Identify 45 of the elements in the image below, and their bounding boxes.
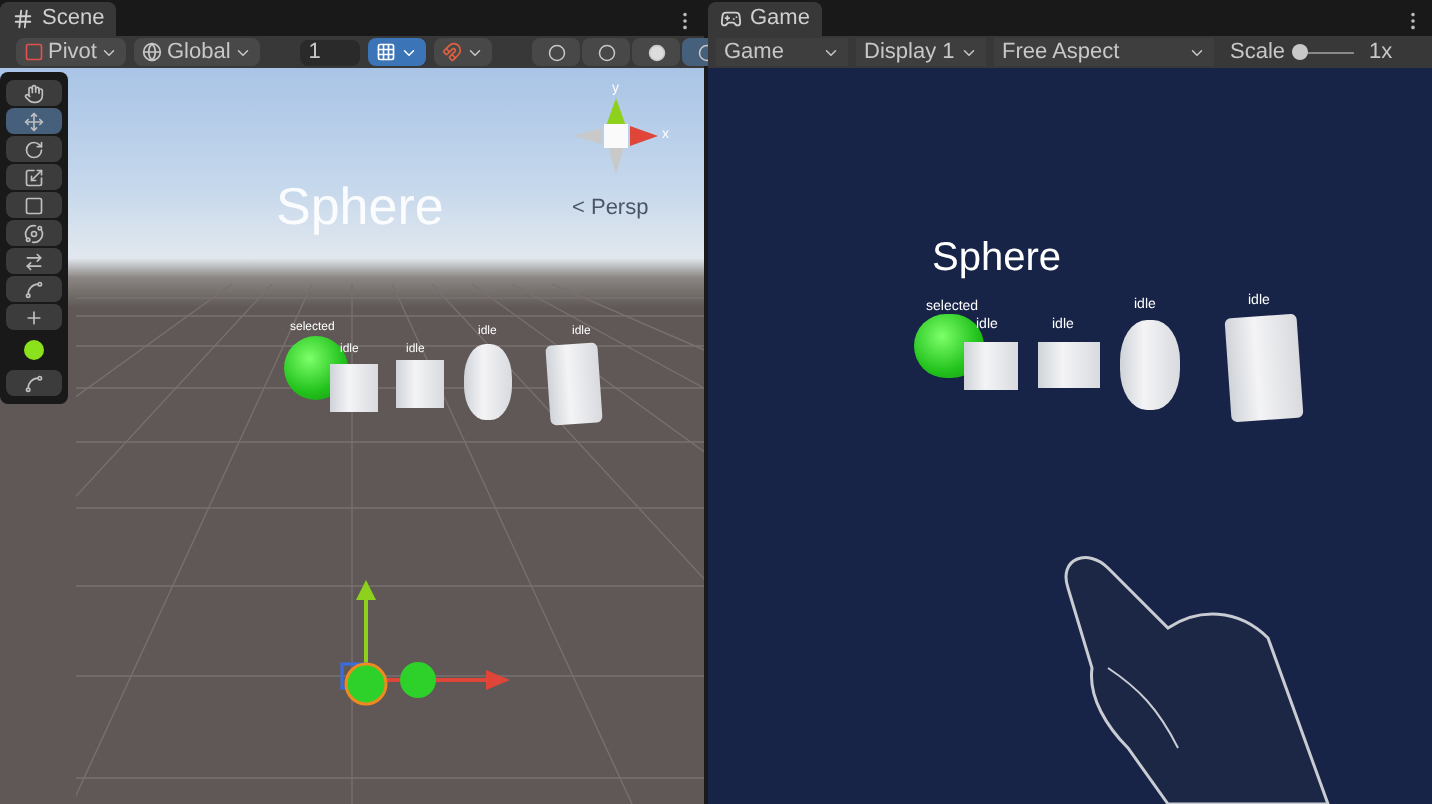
globe-icon bbox=[142, 42, 163, 62]
sphere-title: Sphere bbox=[932, 238, 1061, 278]
shading-mode-button[interactable] bbox=[632, 38, 681, 66]
panel-tab[interactable]: Scene bbox=[0, 2, 117, 36]
grid-icon bbox=[12, 8, 34, 30]
tool-button[interactable] bbox=[6, 108, 62, 134]
tool-button[interactable] bbox=[6, 220, 62, 246]
ball-tool-icon[interactable] bbox=[24, 340, 44, 360]
orientation-gizmo-drawing bbox=[574, 98, 658, 174]
flip-icon bbox=[24, 251, 44, 271]
panel-tab[interactable]: Game bbox=[708, 2, 822, 36]
rotate-icon bbox=[24, 139, 44, 159]
magnet-icon bbox=[442, 42, 463, 62]
tool-button[interactable] bbox=[6, 248, 62, 274]
scale-value: 1x bbox=[1369, 37, 1393, 68]
plus-icon bbox=[24, 307, 44, 327]
rect-icon bbox=[24, 195, 44, 215]
grid-icon bbox=[376, 42, 397, 62]
path-icon bbox=[24, 373, 44, 393]
display-dropdown[interactable]: Display 1 bbox=[856, 38, 986, 66]
scale-slider[interactable] bbox=[1293, 44, 1354, 60]
shading-mode-button[interactable] bbox=[582, 38, 631, 66]
move-icon bbox=[24, 111, 44, 131]
pivot-icon bbox=[24, 42, 44, 62]
shaded-sphere-icon bbox=[647, 43, 666, 61]
tool-button[interactable] bbox=[6, 370, 62, 396]
scale-icon bbox=[24, 167, 44, 187]
tool-button[interactable] bbox=[6, 192, 62, 218]
grid-visibility-button[interactable] bbox=[368, 38, 427, 66]
aspect-dropdown[interactable]: Free Aspect bbox=[994, 38, 1214, 66]
tool-button[interactable] bbox=[6, 80, 62, 106]
gamepad-icon bbox=[720, 8, 742, 30]
tool-button[interactable] bbox=[6, 276, 62, 302]
tool-button[interactable] bbox=[6, 304, 62, 330]
grid-size-field[interactable]: 1 bbox=[300, 39, 361, 65]
space-dropdown[interactable]: Global bbox=[134, 38, 261, 66]
scale-label: Scale bbox=[1230, 37, 1286, 68]
path-icon bbox=[24, 279, 44, 299]
tool-button[interactable] bbox=[6, 164, 62, 190]
pivot-dropdown[interactable]: Pivot bbox=[16, 38, 127, 66]
view-dropdown[interactable]: Game bbox=[716, 38, 848, 66]
tool-button[interactable] bbox=[6, 136, 62, 162]
shading-mode-button[interactable] bbox=[532, 38, 581, 66]
hand-icon bbox=[24, 83, 44, 103]
projection-label: < Persp bbox=[572, 194, 649, 224]
